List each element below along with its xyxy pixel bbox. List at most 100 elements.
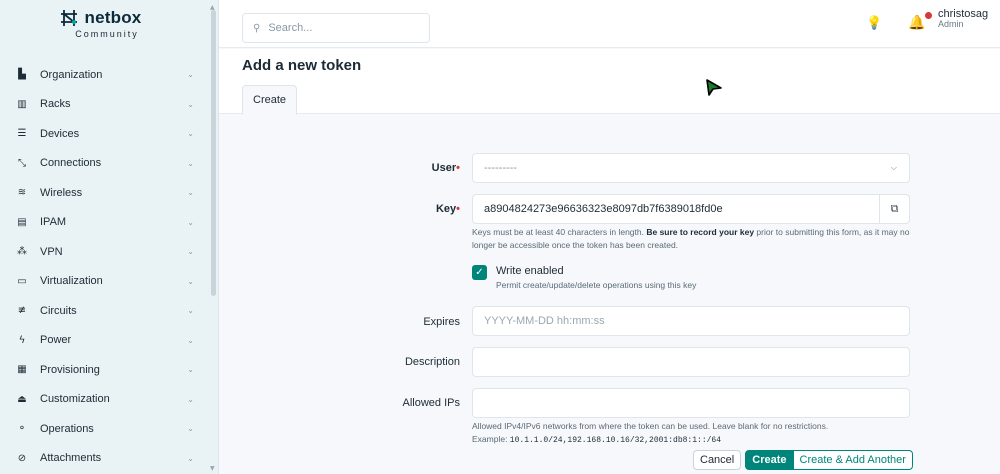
sidebar-item-label: IPAM bbox=[40, 216, 67, 229]
sidebar-item-wireless[interactable]: ≋ Wireless ⌄ bbox=[0, 178, 210, 208]
create-add-another-button[interactable]: Create & Add Another bbox=[792, 450, 913, 470]
mouse-cursor-icon bbox=[706, 79, 722, 96]
sidebar-item-racks[interactable]: ▥ Racks ⌄ bbox=[0, 90, 210, 120]
chevron-down-icon: ⌄ bbox=[187, 70, 194, 80]
sidebar-item-connections[interactable]: ⤡ Connections ⌄ bbox=[0, 149, 210, 179]
chevron-down-icon: ⌄ bbox=[187, 158, 194, 168]
lightbulb-icon[interactable]: 💡 bbox=[866, 16, 882, 31]
sidebar-item-customization[interactable]: ⏏ Customization ⌄ bbox=[0, 385, 210, 415]
scroll-thumb[interactable] bbox=[211, 10, 216, 296]
chevron-down-icon: ⌄ bbox=[187, 365, 194, 375]
paperclip-icon: ⊘ bbox=[17, 452, 27, 464]
write-enabled-checkbox[interactable]: ✓ bbox=[472, 265, 487, 280]
sidebar-item-label: Wireless bbox=[40, 186, 83, 199]
sidebar-item-organization[interactable]: ▙ Organization ⌄ bbox=[0, 60, 210, 90]
write-enabled-label[interactable]: Write enabled bbox=[496, 265, 696, 277]
copy-icon[interactable]: ⧉ bbox=[879, 195, 909, 223]
page-title: Add a new token bbox=[242, 57, 362, 74]
page-header: Add a new token Create bbox=[219, 49, 1000, 115]
chevron-down-icon: ⌄ bbox=[187, 424, 194, 434]
key-field[interactable]: a8904824273e96636323e8097db7f6389018fd0e… bbox=[472, 194, 910, 224]
circuit-icon: ≢ bbox=[17, 305, 27, 317]
expires-label: Expires bbox=[423, 316, 460, 328]
sidebar-item-label: Customization bbox=[40, 393, 110, 406]
brand-subtitle: Community bbox=[75, 29, 139, 39]
search-box[interactable]: ⚲ bbox=[242, 13, 430, 43]
chevron-down-icon: ⌄ bbox=[187, 306, 194, 316]
connection-icon: ⤡ bbox=[18, 157, 26, 169]
sidebar-item-power[interactable]: ϟ Power ⌄ bbox=[0, 326, 210, 356]
sidebar-item-vpn[interactable]: ⁂ VPN ⌄ bbox=[0, 237, 210, 267]
chevron-down-icon: ⌄ bbox=[187, 247, 194, 257]
chevron-down-icon: ⌵ bbox=[890, 163, 897, 172]
sidebar-item-label: Attachments bbox=[40, 452, 102, 465]
chevron-down-icon: ⌄ bbox=[187, 129, 194, 139]
ipam-icon: ▤ bbox=[17, 216, 27, 228]
tab-create[interactable]: Create bbox=[242, 85, 298, 115]
description-label: Description bbox=[404, 356, 460, 368]
sidebar: netbox Community ▙ Organization ⌄ ▥ Racks ⌄ ☰ D… bbox=[0, 0, 219, 474]
chevron-down-icon: ⌄ bbox=[187, 335, 194, 345]
create-button[interactable]: Create bbox=[745, 450, 794, 470]
chevron-down-icon: ⌄ bbox=[187, 99, 194, 109]
search-icon: ⚲ bbox=[253, 22, 261, 34]
example-value: 10.1.1.0/24,192.168.10.16/32,2001:db8:1:… bbox=[509, 436, 722, 445]
write-enabled-group: ✓ Write enabled Permit create/update/del… bbox=[472, 265, 696, 290]
user-menu[interactable]: christosag Admin bbox=[938, 8, 988, 30]
cancel-button[interactable]: Cancel bbox=[693, 450, 742, 470]
sidebar-item-operations[interactable]: ⚬ Operations ⌄ bbox=[0, 414, 210, 444]
sidebar-item-label: Virtualization bbox=[40, 275, 103, 288]
user-select-value: --------- bbox=[484, 162, 517, 174]
required-marker: • bbox=[456, 162, 460, 174]
user-role: Admin bbox=[938, 19, 964, 30]
netbox-logo[interactable]: netbox Community bbox=[0, 8, 200, 54]
sidebar-item-label: Circuits bbox=[40, 304, 77, 317]
description-input[interactable] bbox=[484, 356, 909, 368]
sidebar-item-ipam[interactable]: ▤ IPAM ⌄ bbox=[0, 208, 210, 238]
sidebar-item-provisioning[interactable]: ▦ Provisioning ⌄ bbox=[0, 355, 210, 385]
key-help-text: Keys must be at least 40 characters in l… bbox=[472, 227, 647, 237]
chevron-down-icon: ⌄ bbox=[187, 394, 194, 404]
required-marker: • bbox=[456, 203, 460, 215]
sidebar-item-label: Power bbox=[40, 334, 72, 347]
top-header: ⚲ 💡 🔔 christosag Admin bbox=[219, 0, 1000, 48]
description-field[interactable] bbox=[472, 347, 910, 377]
allowed-ips-input[interactable] bbox=[484, 397, 909, 409]
allowed-ips-help-text: Allowed IPv4/IPv6 networks from where th… bbox=[472, 421, 829, 431]
expires-field[interactable] bbox=[472, 306, 910, 336]
allowed-ips-field[interactable] bbox=[472, 388, 910, 418]
expires-input[interactable] bbox=[484, 315, 909, 327]
sidebar-item-circuits[interactable]: ≢ Circuits ⌄ bbox=[0, 296, 210, 326]
brand-name: netbox bbox=[84, 8, 142, 27]
sidebar-item-label: Organization bbox=[40, 68, 103, 81]
key-label: Key• bbox=[435, 203, 460, 215]
scroll-down-icon[interactable]: ▼ bbox=[210, 465, 215, 472]
key-value[interactable]: a8904824273e96636323e8097db7f6389018fd0e bbox=[484, 203, 723, 215]
user-select[interactable]: --------- ⌵ bbox=[472, 153, 910, 183]
token-form: User• --------- ⌵ Key• a8904824273e96636… bbox=[219, 115, 1000, 474]
server-icon: ☰ bbox=[17, 128, 27, 140]
chevron-down-icon: ⌄ bbox=[187, 188, 194, 198]
sidebar-item-devices[interactable]: ☰ Devices ⌄ bbox=[0, 119, 210, 149]
sidebar-item-virtualization[interactable]: ▭ Virtualization ⌄ bbox=[0, 267, 210, 297]
sidebar-item-label: Racks bbox=[40, 98, 71, 111]
sidebar-item-label: VPN bbox=[40, 245, 63, 258]
operations-icon: ⚬ bbox=[17, 423, 27, 435]
vpn-icon: ⁂ bbox=[17, 246, 27, 258]
key-help: Keys must be at least 40 characters in l… bbox=[472, 226, 922, 252]
sidebar-item-label: Devices bbox=[40, 127, 80, 140]
sidebar-item-attachments[interactable]: ⊘ Attachments ⌄ bbox=[0, 444, 210, 474]
chevron-down-icon: ⌄ bbox=[187, 217, 194, 227]
rack-icon: ▥ bbox=[17, 98, 27, 110]
key-help-bold: Be sure to record your key bbox=[646, 227, 755, 237]
allowed-ips-label: Allowed IPs bbox=[402, 397, 460, 409]
wifi-icon: ≋ bbox=[17, 187, 27, 199]
monitor-icon: ▭ bbox=[17, 275, 27, 287]
search-input[interactable] bbox=[268, 22, 419, 34]
notification-bell-icon[interactable]: 🔔 bbox=[908, 15, 925, 31]
palette-icon: ⏏ bbox=[17, 393, 27, 405]
example-label: Example: bbox=[472, 434, 510, 444]
chevron-down-icon: ⌄ bbox=[187, 453, 194, 463]
netbox-logo-icon bbox=[60, 10, 77, 26]
sidebar-scrollbar[interactable]: ▲ ▼ bbox=[209, 4, 217, 472]
